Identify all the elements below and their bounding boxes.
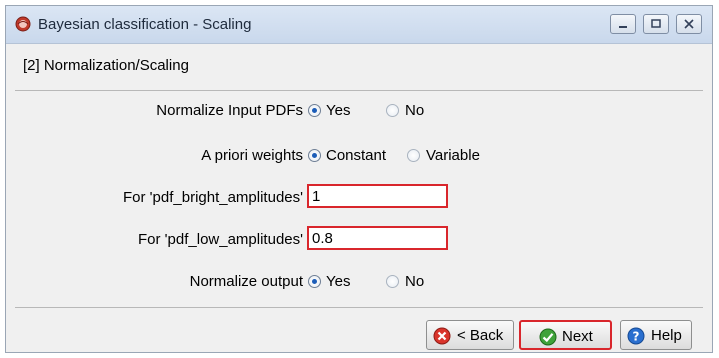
low-amplitudes-field-frame [307,226,448,250]
normalize-output-yes-label[interactable]: Yes [326,273,350,290]
top-separator [15,90,703,91]
apriori-variable-radio[interactable] [407,149,420,162]
normalize-input-no-radio[interactable] [386,104,399,117]
maximize-button[interactable] [643,14,669,34]
normalize-input-yes-radio[interactable] [308,104,321,117]
cancel-x-icon [433,327,451,345]
apriori-constant-radio[interactable] [308,149,321,162]
help-question-icon: ? [627,327,645,345]
dialog-window: Bayesian classification - Scaling [2] No… [5,5,713,353]
close-button[interactable] [676,14,702,34]
next-button-label: Next [562,328,593,345]
apriori-weights-label: A priori weights [201,147,303,164]
bright-amplitudes-field-frame [307,184,448,208]
normalize-output-no-radio[interactable] [386,275,399,288]
apriori-constant-label[interactable]: Constant [326,147,386,164]
bottom-separator [15,307,703,308]
apriori-variable-label[interactable]: Variable [426,147,480,164]
back-button[interactable]: < Back [426,320,514,350]
window-title: Bayesian classification - Scaling [38,16,252,33]
low-amplitudes-input[interactable] [309,228,445,249]
title-bar[interactable]: Bayesian classification - Scaling [6,6,712,44]
minimize-button[interactable] [610,14,636,34]
normalize-output-yes-radio[interactable] [308,275,321,288]
normalize-input-label: Normalize Input PDFs [156,102,303,119]
bright-amplitudes-label: For 'pdf_bright_amplitudes' [123,189,303,206]
back-button-label: < Back [457,327,504,344]
low-amplitudes-label: For 'pdf_low_amplitudes' [138,231,303,248]
help-button[interactable]: ? Help [620,320,692,350]
check-icon [539,328,557,346]
next-button[interactable]: Next [519,320,612,350]
section-title: [2] Normalization/Scaling [23,57,189,74]
app-logo-icon [15,16,31,32]
svg-text:?: ? [633,330,640,344]
normalize-input-no-label[interactable]: No [405,102,424,119]
bright-amplitudes-input[interactable] [309,186,445,207]
help-button-label: Help [651,327,682,344]
normalize-input-yes-label[interactable]: Yes [326,102,350,119]
normalize-output-label: Normalize output [189,273,303,290]
normalize-output-no-label[interactable]: No [405,273,424,290]
